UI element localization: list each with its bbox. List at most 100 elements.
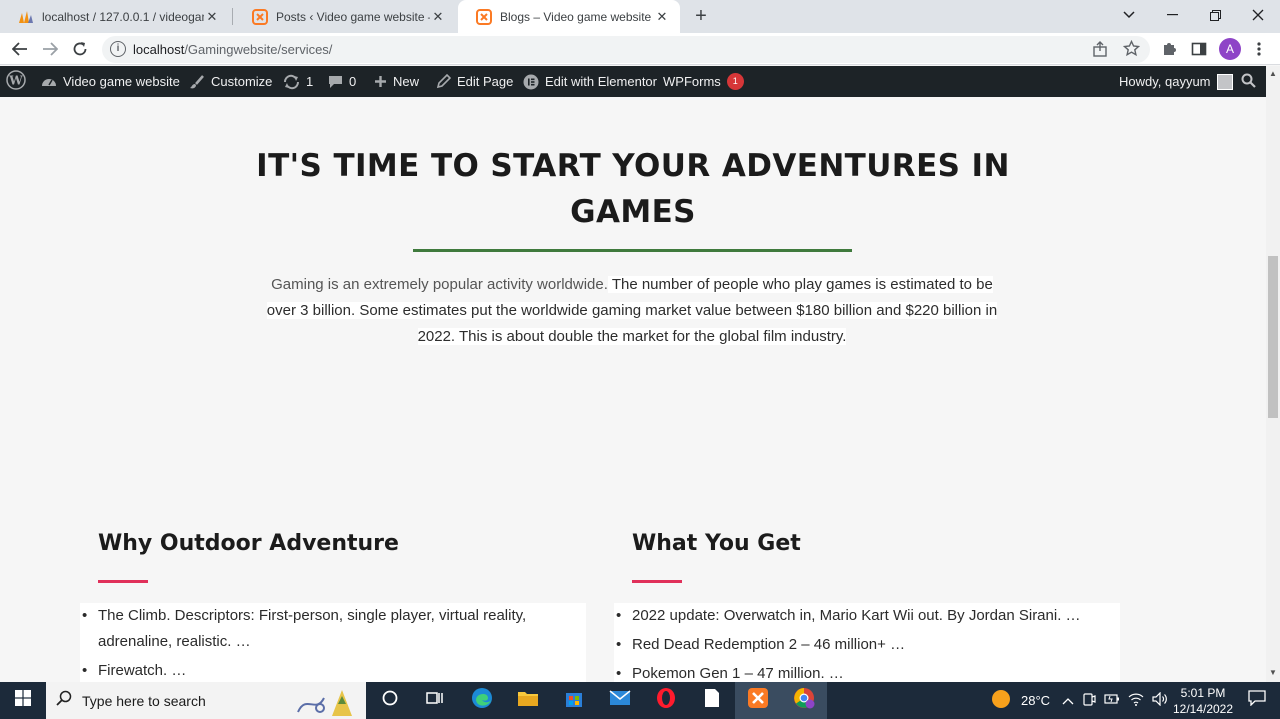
- url-host: localhost: [133, 42, 185, 57]
- wifi-icon[interactable]: [1128, 692, 1144, 709]
- wordpress-logo-button[interactable]: W: [6, 66, 26, 97]
- updates-link[interactable]: 1: [283, 66, 313, 97]
- minimize-button[interactable]: [1150, 0, 1194, 30]
- taskbar-mail[interactable]: [597, 682, 643, 719]
- page-content: IT'S TIME TO START YOUR ADVENTURES IN GA…: [0, 97, 1266, 682]
- comments-count: 0: [349, 74, 357, 89]
- my-account-link[interactable]: Howdy, qayyum: [1119, 66, 1233, 97]
- taskbar-notepad[interactable]: [689, 682, 735, 719]
- right-column-divider: [632, 580, 682, 583]
- windows-taskbar: Type here to search 28°C 5:01 PM 12/14/2…: [0, 682, 1280, 719]
- cortana-button[interactable]: [367, 682, 413, 719]
- task-view-button[interactable]: [412, 682, 458, 719]
- tab-search-chevron-icon[interactable]: [1107, 0, 1151, 30]
- share-icon[interactable]: [1092, 41, 1108, 62]
- hero-title-line2: GAMES: [570, 194, 696, 230]
- updates-count: 1: [306, 74, 314, 89]
- user-avatar: [1216, 73, 1233, 90]
- system-tray: [1062, 682, 1168, 719]
- battery-plug-icon[interactable]: [1104, 693, 1120, 708]
- back-button[interactable]: [8, 37, 32, 61]
- updates-refresh-icon: [283, 74, 300, 90]
- close-tab-icon[interactable]: ✕: [654, 9, 670, 25]
- new-tab-button[interactable]: +: [690, 5, 712, 28]
- address-bar[interactable]: i localhost/Gamingwebsite/services/: [102, 36, 1150, 63]
- comment-bubble-icon: [328, 75, 343, 89]
- right-column-list: 2022 update: Overwatch in, Mario Kart Wi…: [614, 603, 1120, 682]
- taskbar-xampp[interactable]: [735, 682, 781, 719]
- restore-button[interactable]: [1193, 0, 1237, 30]
- kebab-menu-icon[interactable]: [1257, 41, 1261, 62]
- xampp-icon: [476, 8, 492, 25]
- extensions-puzzle-icon[interactable]: [1161, 41, 1177, 62]
- close-tab-icon[interactable]: ✕: [430, 9, 446, 25]
- taskbar-edge[interactable]: [459, 682, 505, 719]
- weather-widget[interactable]: 28°C: [991, 682, 1050, 719]
- new-content-link[interactable]: New: [374, 66, 419, 97]
- chevron-up-icon[interactable]: [1062, 693, 1074, 708]
- chrome-icon: [793, 687, 815, 714]
- bookmark-star-icon[interactable]: [1122, 39, 1141, 62]
- sun-weather-icon: [991, 689, 1011, 712]
- site-name-link[interactable]: Video game website: [41, 66, 180, 97]
- page-scrollbar[interactable]: ▲ ▼: [1266, 66, 1280, 682]
- edit-page-label: Edit Page: [457, 74, 514, 89]
- pencil-icon: [436, 74, 451, 89]
- scroll-down-arrow-icon[interactable]: ▼: [1269, 668, 1277, 677]
- elementor-label: Edit with Elementor: [545, 74, 657, 89]
- tab-title: Posts ‹ Video game website — W: [276, 9, 430, 24]
- tab-blogs[interactable]: Blogs – Video game website ✕: [458, 0, 680, 33]
- comments-link[interactable]: 0: [328, 66, 356, 97]
- admin-search-button[interactable]: [1241, 66, 1256, 97]
- mail-envelope-icon: [609, 690, 631, 711]
- taskbar-chrome[interactable]: [781, 682, 827, 719]
- list-item: The Climb. Descriptors: First-person, si…: [80, 603, 546, 655]
- clock-time: 5:01 PM: [1180, 686, 1226, 700]
- search-placeholder: Type here to search: [82, 692, 206, 709]
- hero-paragraph: Gaming is an extremely popular activity …: [266, 272, 998, 350]
- profile-avatar[interactable]: A: [1219, 38, 1241, 60]
- taskbar-store[interactable]: [551, 682, 597, 719]
- taskbar-search-box[interactable]: Type here to search: [46, 682, 366, 719]
- notification-speech-bubble-icon: [1248, 690, 1266, 711]
- tab-separator: [232, 8, 233, 25]
- taskbar-file-explorer[interactable]: [505, 682, 551, 719]
- paintbrush-icon: [189, 74, 205, 90]
- close-window-button[interactable]: [1236, 0, 1280, 30]
- meet-now-icon[interactable]: [1082, 692, 1096, 709]
- customize-link[interactable]: Customize: [189, 66, 272, 97]
- task-view-icon: [426, 690, 444, 711]
- store-bag-icon: [564, 688, 584, 713]
- browser-tab-strip: localhost / 127.0.0.1 / videogame ✕ Post…: [0, 0, 1280, 33]
- close-tab-icon[interactable]: ✕: [204, 9, 220, 25]
- side-panel-icon[interactable]: [1191, 41, 1207, 62]
- howdy-label: Howdy, qayyum: [1119, 74, 1211, 89]
- start-button[interactable]: [0, 682, 45, 719]
- folder-icon: [517, 689, 539, 712]
- scrollbar-thumb[interactable]: [1268, 256, 1278, 418]
- site-info-icon[interactable]: i: [110, 41, 126, 57]
- why-outdoor-adventure-heading: Why Outdoor Adventure: [98, 531, 399, 556]
- new-label: New: [393, 74, 420, 89]
- edit-page-link[interactable]: Edit Page: [436, 66, 513, 97]
- wpforms-link[interactable]: WPForms 1: [663, 66, 744, 97]
- opera-icon: [656, 687, 676, 714]
- hero-divider: [413, 249, 852, 252]
- phpmyadmin-icon: [18, 9, 34, 25]
- hero-title: IT'S TIME TO START YOUR ADVENTURES IN GA…: [0, 143, 1266, 235]
- scroll-up-arrow-icon[interactable]: ▲: [1269, 69, 1277, 78]
- xampp-icon: [747, 687, 769, 714]
- forward-button[interactable]: [38, 37, 62, 61]
- tab-phpmyadmin[interactable]: localhost / 127.0.0.1 / videogame ✕: [0, 0, 230, 33]
- tab-posts[interactable]: Posts ‹ Video game website — W ✕: [234, 0, 456, 33]
- speaker-volume-icon[interactable]: [1152, 691, 1168, 709]
- reload-button[interactable]: [68, 37, 92, 61]
- site-name-label: Video game website: [63, 74, 180, 89]
- elementor-link[interactable]: Edit with Elementor: [523, 66, 657, 97]
- cortana-circle-icon: [382, 690, 398, 711]
- taskbar-clock[interactable]: 5:01 PM 12/14/2022: [1168, 685, 1238, 717]
- taskbar-opera[interactable]: [643, 682, 689, 719]
- xampp-icon: [252, 8, 268, 25]
- temperature-label: 28°C: [1021, 693, 1051, 708]
- notification-center-button[interactable]: [1234, 682, 1280, 719]
